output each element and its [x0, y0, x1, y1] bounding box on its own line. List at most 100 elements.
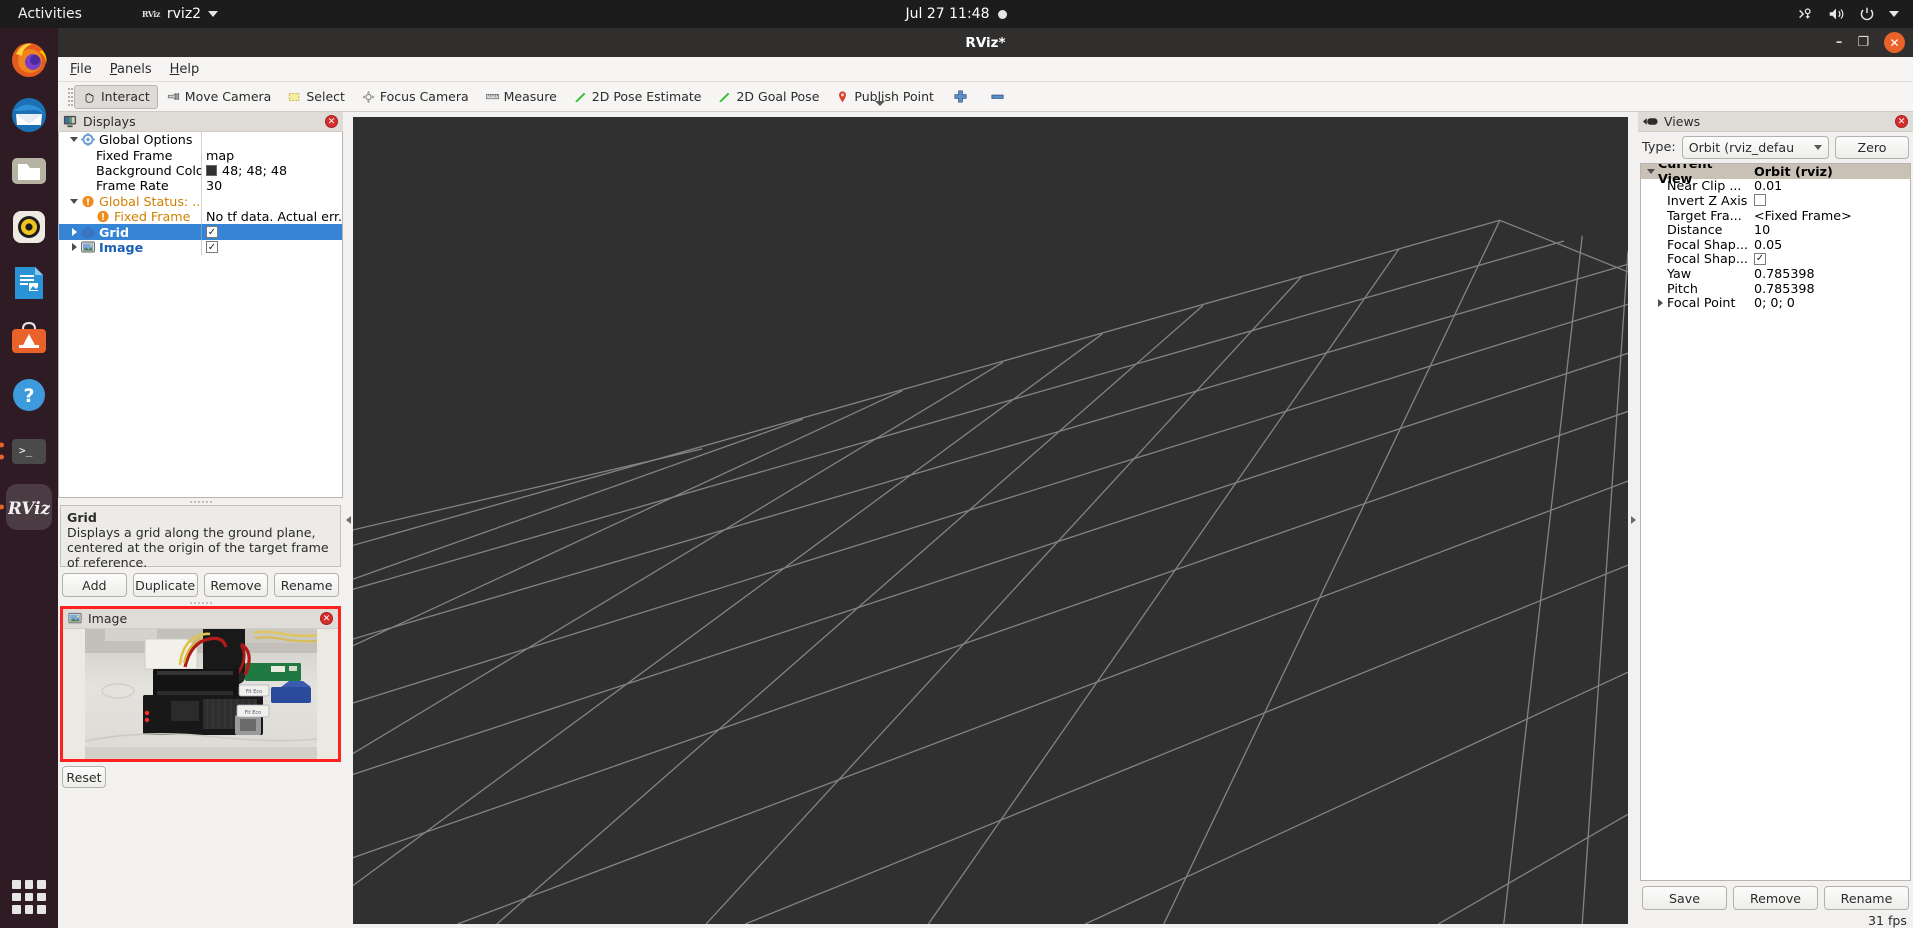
- close-icon[interactable]: ✕: [320, 612, 333, 625]
- display-tree-row[interactable]: Image ✓: [59, 239, 342, 256]
- add-button[interactable]: Add: [62, 573, 127, 597]
- views-row-value[interactable]: [1751, 194, 1910, 207]
- views-tree-row[interactable]: Near Clip ... 0.01: [1641, 178, 1910, 193]
- toolbar-drag-handle[interactable]: [66, 87, 74, 106]
- tool-measure[interactable]: Measure: [477, 85, 565, 109]
- views-row-value[interactable]: 0.05: [1751, 237, 1910, 252]
- dock-item-files[interactable]: [6, 148, 52, 194]
- chevron-down-icon[interactable]: [67, 198, 81, 204]
- views-tree-row[interactable]: Pitch 0.785398: [1641, 281, 1910, 296]
- duplicate-button[interactable]: Duplicate: [132, 573, 198, 597]
- power-icon: [1860, 7, 1874, 21]
- display-tree-value[interactable]: ✓: [201, 224, 342, 240]
- display-tree-row[interactable]: Global Status: ...: [59, 193, 342, 209]
- dock-item-rhythmbox[interactable]: [6, 204, 52, 250]
- dock-item-firefox[interactable]: [6, 36, 52, 82]
- activities-button[interactable]: Activities: [18, 6, 82, 22]
- display-tree-value[interactable]: [201, 132, 342, 148]
- menu-help[interactable]: Help: [170, 62, 200, 77]
- views-row-value[interactable]: 0; 0; 0: [1751, 295, 1910, 310]
- views-tree-row[interactable]: Distance 10: [1641, 222, 1910, 237]
- 3d-viewport[interactable]: [353, 117, 1628, 924]
- tool-remove[interactable]: [979, 85, 1016, 109]
- views-panel-title: Views: [1664, 114, 1701, 129]
- display-tree-row[interactable]: Background Color 48; 48; 48: [59, 162, 342, 179]
- collapse-left-icon[interactable]: [343, 112, 353, 928]
- views-tree-row[interactable]: Focal Shap... 0.05: [1641, 237, 1910, 252]
- remove-view-button[interactable]: Remove: [1733, 886, 1818, 910]
- reset-button[interactable]: Reset: [62, 766, 106, 788]
- zero-button[interactable]: Zero: [1835, 136, 1909, 159]
- display-tree-row[interactable]: Fixed Frame map: [59, 147, 342, 163]
- property-checkbox[interactable]: ✓: [1754, 252, 1766, 265]
- displays-tree[interactable]: Global Options Fixed Frame map Background C…: [58, 132, 343, 498]
- menu-panels[interactable]: Panels: [110, 62, 152, 77]
- display-tree-row[interactable]: Frame Rate 30: [59, 178, 342, 194]
- chevron-right-icon[interactable]: [67, 243, 81, 252]
- display-tree-row[interactable]: Global Options: [59, 132, 342, 148]
- tool-2d-pose-estimate[interactable]: 2D Pose Estimate: [565, 85, 710, 109]
- tool-add[interactable]: [942, 85, 979, 109]
- toolbar-overflow-button[interactable]: [875, 101, 885, 106]
- views-row-value[interactable]: 10: [1751, 222, 1910, 237]
- enable-checkbox[interactable]: ✓: [206, 241, 218, 254]
- chevron-right-icon[interactable]: [67, 228, 81, 237]
- dock-item-terminal[interactable]: >_: [0, 428, 52, 474]
- display-tree-value[interactable]: No tf data. Actual err...: [201, 208, 342, 225]
- views-tree-row[interactable]: Yaw 0.785398: [1641, 266, 1910, 281]
- system-tray[interactable]: [1796, 5, 1899, 23]
- remove-button[interactable]: Remove: [203, 573, 269, 597]
- dock-item-thunderbird[interactable]: [6, 92, 52, 138]
- views-tree-row[interactable]: Focal Shap... ✓: [1641, 251, 1910, 266]
- views-row-value[interactable]: 0.01: [1751, 178, 1910, 193]
- views-tree-row[interactable]: Target Fra... <Fixed Frame>: [1641, 208, 1910, 223]
- display-tree-value[interactable]: 30: [201, 178, 342, 194]
- display-tree-value[interactable]: map: [201, 147, 342, 163]
- display-tree-row[interactable]: Grid ✓: [59, 224, 342, 240]
- close-button[interactable]: ✕: [1884, 32, 1905, 53]
- minimize-button[interactable]: –: [1836, 36, 1843, 49]
- tool-focus-camera[interactable]: Focus Camera: [353, 85, 477, 109]
- menu-file[interactable]: FFileile: [70, 62, 92, 77]
- tool-select[interactable]: Select: [279, 85, 353, 109]
- tool-interact[interactable]: Interact: [74, 84, 158, 109]
- chevron-right-icon[interactable]: [1653, 298, 1667, 307]
- image-splitter-handle[interactable]: [58, 599, 343, 606]
- dock-item-ubuntu-software[interactable]: [6, 316, 52, 362]
- views-type-row: Type: Orbit (rviz_defau Zero: [1638, 132, 1913, 163]
- maximize-button[interactable]: ❐: [1857, 36, 1869, 49]
- collapse-right-icon[interactable]: [1628, 112, 1638, 928]
- rename-view-button[interactable]: Rename: [1824, 886, 1909, 910]
- rename-button[interactable]: Rename: [274, 573, 339, 597]
- dock-item-help[interactable]: ?: [6, 372, 52, 418]
- tree-splitter-handle[interactable]: [58, 498, 343, 505]
- views-tree-row[interactable]: Invert Z Axis: [1641, 193, 1910, 208]
- color-swatch[interactable]: [206, 164, 217, 176]
- views-row-value[interactable]: <Fixed Frame>: [1751, 208, 1910, 223]
- display-tree-value[interactable]: ✓: [201, 239, 342, 256]
- property-checkbox[interactable]: [1754, 194, 1766, 207]
- tool-move-camera[interactable]: Move Camera: [158, 85, 280, 109]
- chevron-down-icon[interactable]: [67, 137, 81, 143]
- views-row-value[interactable]: ✓: [1751, 252, 1910, 265]
- chevron-down-icon[interactable]: [1644, 168, 1658, 174]
- views-row-value[interactable]: 0.785398: [1751, 266, 1910, 281]
- dock-item-libreoffice-writer[interactable]: [6, 260, 52, 306]
- show-applications-button[interactable]: [12, 880, 46, 914]
- close-icon[interactable]: ✕: [325, 115, 338, 128]
- view-type-select[interactable]: Orbit (rviz_defau: [1681, 136, 1829, 159]
- close-icon[interactable]: ✕: [1895, 115, 1908, 128]
- views-row-value[interactable]: 0.785398: [1751, 281, 1910, 296]
- tool-2d-goal-pose[interactable]: 2D Goal Pose: [709, 85, 827, 109]
- app-menu-button[interactable]: RViz rviz2: [142, 6, 219, 22]
- save-view-button[interactable]: Save: [1642, 886, 1727, 910]
- views-tree-row[interactable]: Focal Point 0; 0; 0: [1641, 295, 1910, 310]
- image-render-area[interactable]: Fit Eco Fit Eco: [63, 629, 338, 759]
- enable-checkbox[interactable]: ✓: [206, 226, 218, 239]
- views-property-tree[interactable]: Current View Orbit (rviz) Near Clip ... 0.0…: [1640, 163, 1911, 881]
- clock-button[interactable]: Jul 27 11:48: [906, 6, 1008, 22]
- display-tree-row[interactable]: Fixed Frame No tf data. Actual err...: [59, 208, 342, 225]
- display-tree-value[interactable]: [201, 193, 342, 209]
- dock-item-rviz[interactable]: RViz: [0, 484, 52, 530]
- display-tree-value[interactable]: 48; 48; 48: [201, 162, 342, 179]
